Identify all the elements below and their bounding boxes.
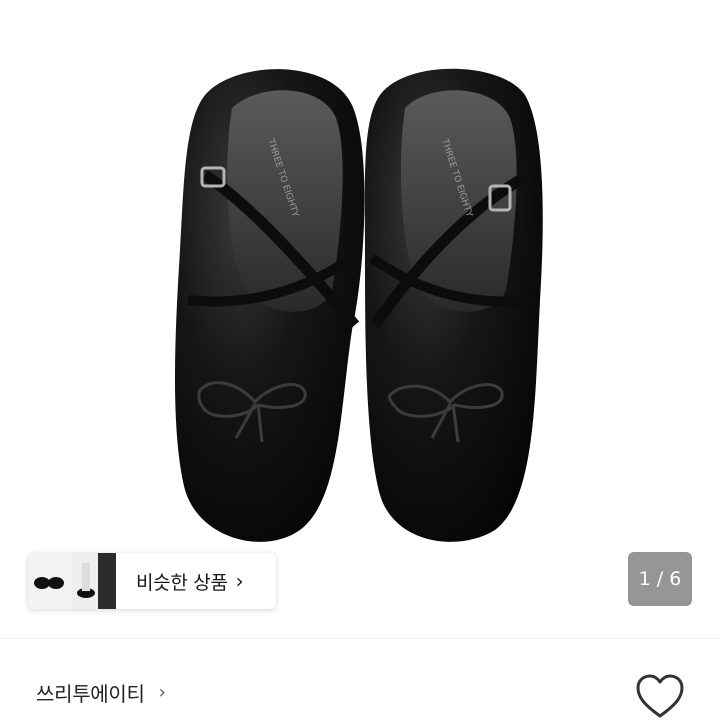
shop-name: 쓰리투에이티 xyxy=(36,681,145,706)
similar-thumbnails xyxy=(28,553,117,609)
divider xyxy=(0,638,720,639)
chevron-right-icon: › xyxy=(235,569,244,593)
shop-link[interactable]: 쓰리투에이티 › xyxy=(36,672,166,712)
similar-products-button[interactable]: 비슷한 상품 › xyxy=(28,553,276,609)
chevron-right-icon: › xyxy=(158,681,166,703)
image-page-counter: 1 / 6 xyxy=(628,552,692,606)
right-shoe: THREE TO EIGHTY xyxy=(364,68,543,542)
similar-thumbnail-shoe xyxy=(28,553,73,609)
left-shoe: THREE TO EIGHTY xyxy=(175,69,365,542)
heart-outline-icon[interactable] xyxy=(634,672,686,720)
product-image[interactable]: THREE TO EIGHTY THREE TO EIGHTY xyxy=(0,0,720,638)
similar-products-label: 비슷한 상품 xyxy=(136,571,228,594)
similar-thumbnail-model xyxy=(72,553,117,609)
